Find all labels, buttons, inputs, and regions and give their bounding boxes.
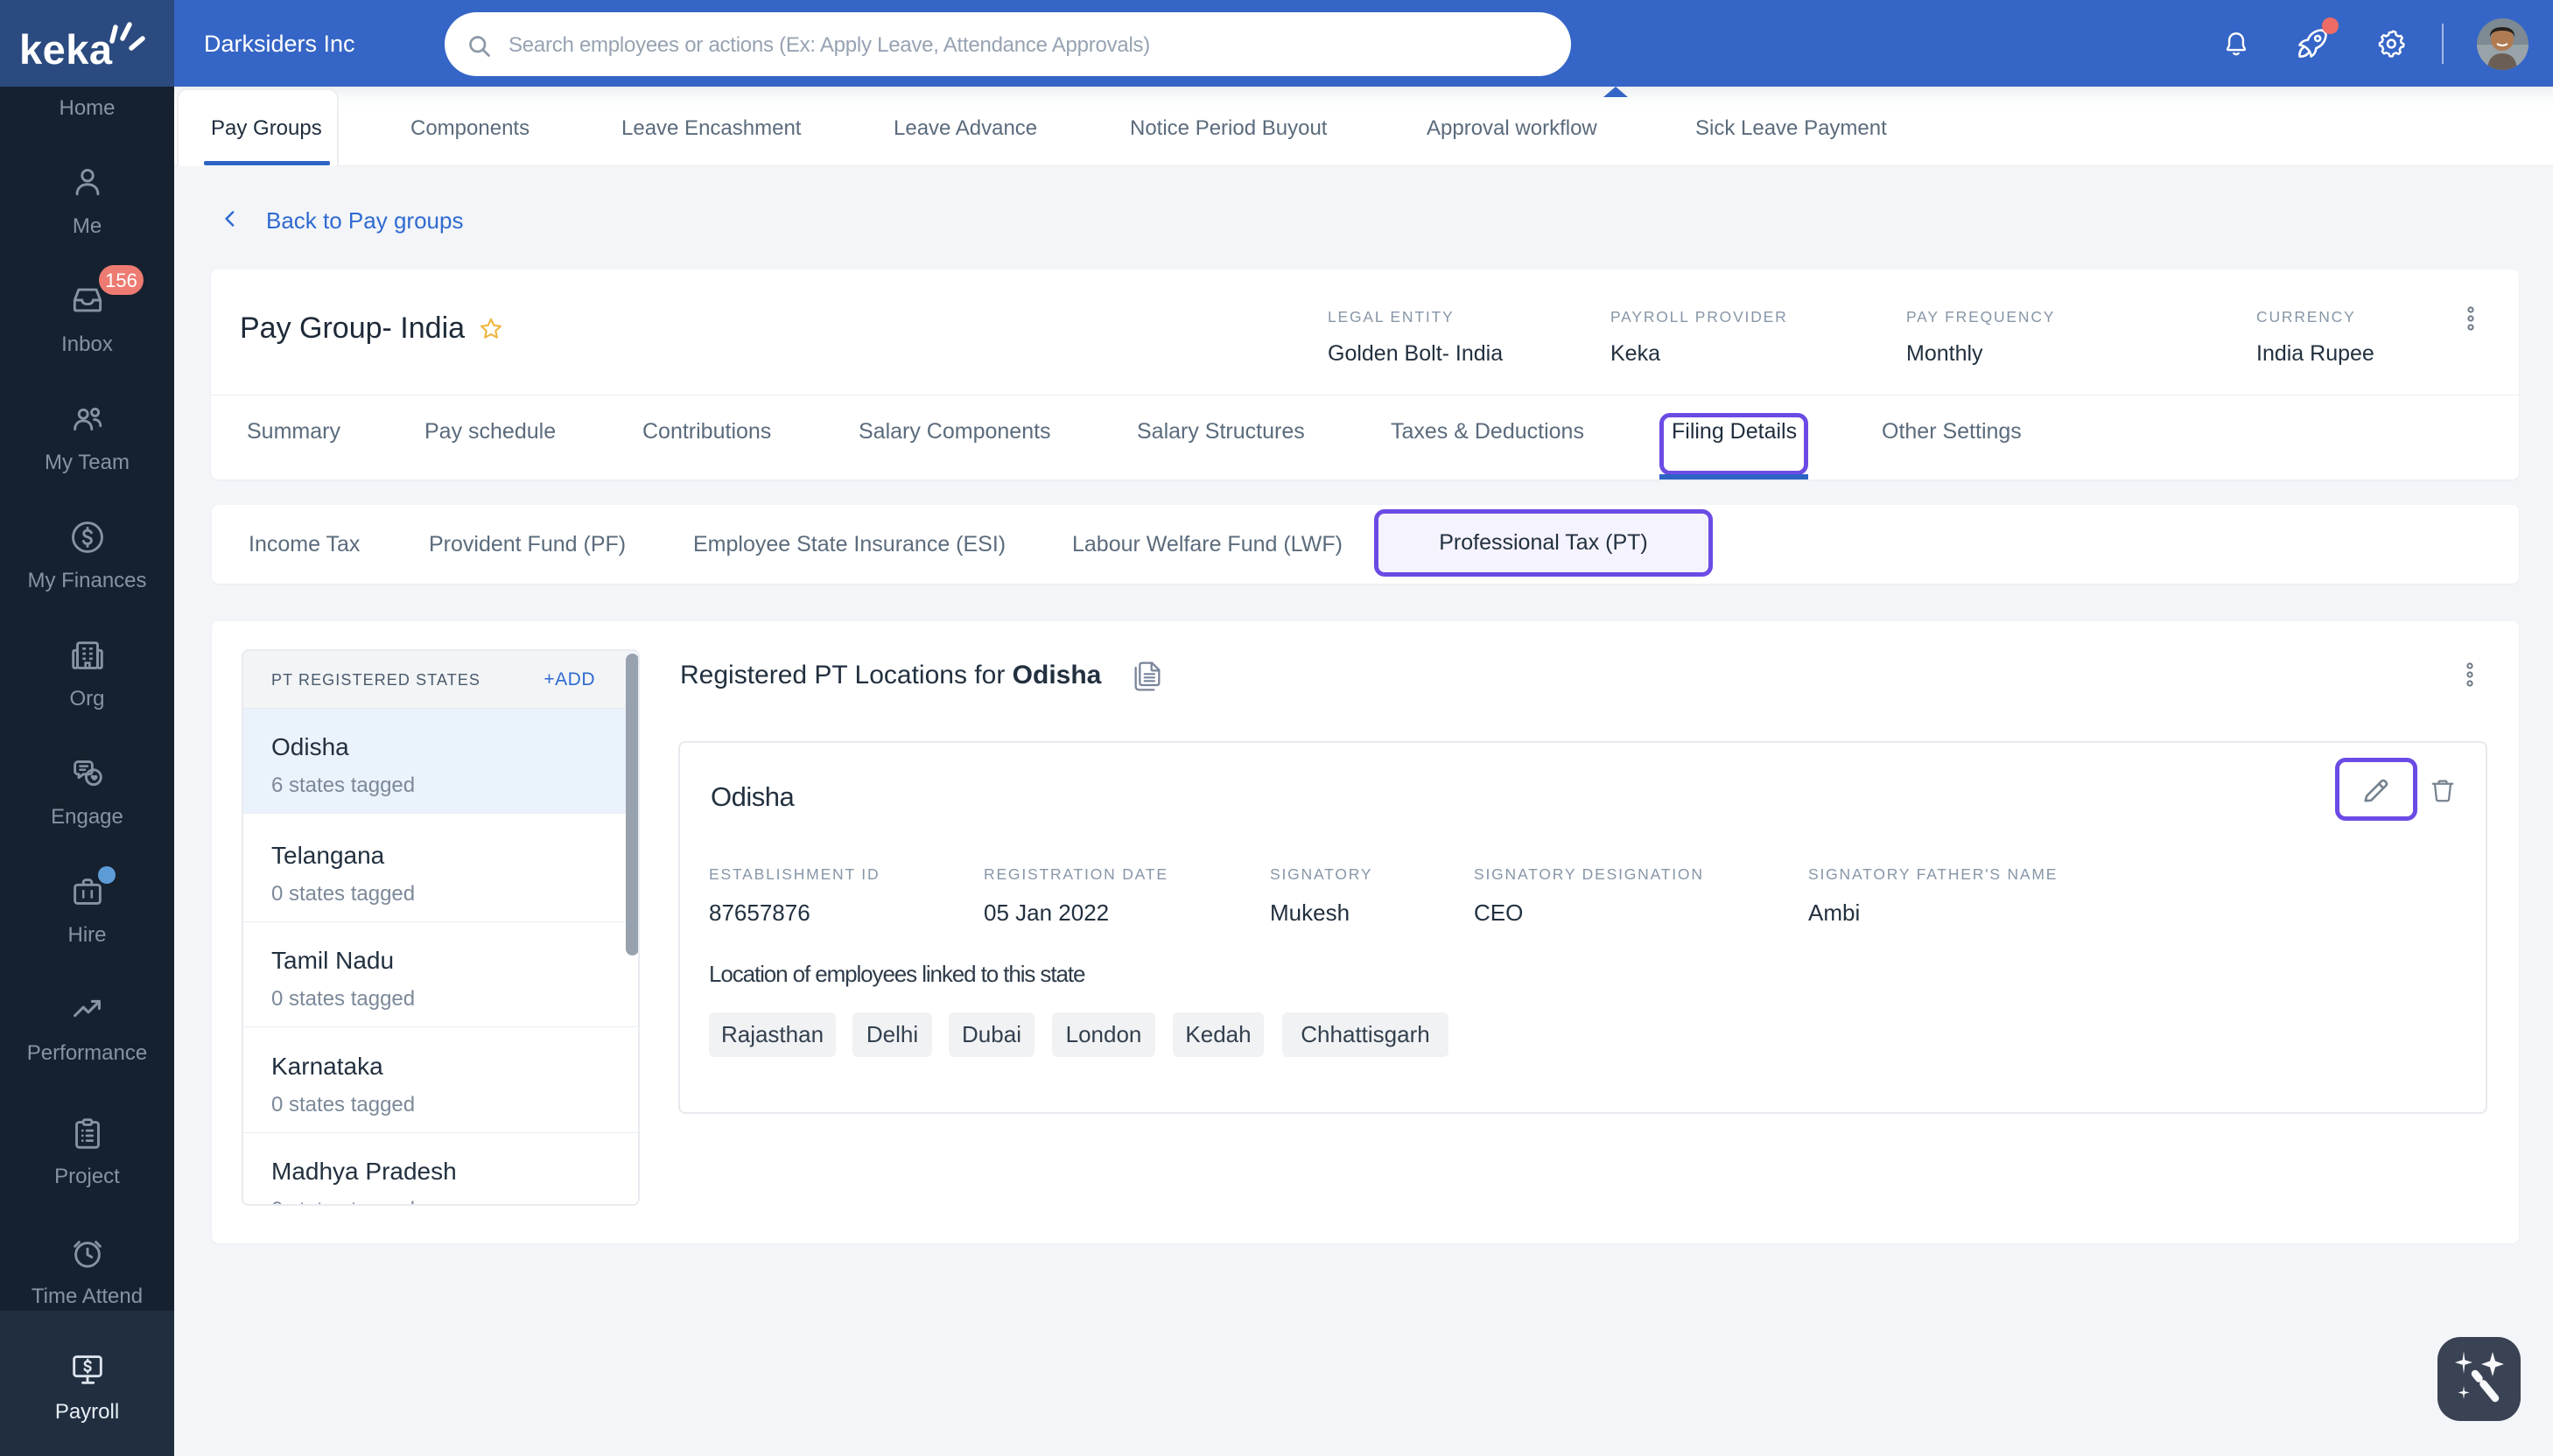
svg-text:keka: keka <box>19 26 113 73</box>
